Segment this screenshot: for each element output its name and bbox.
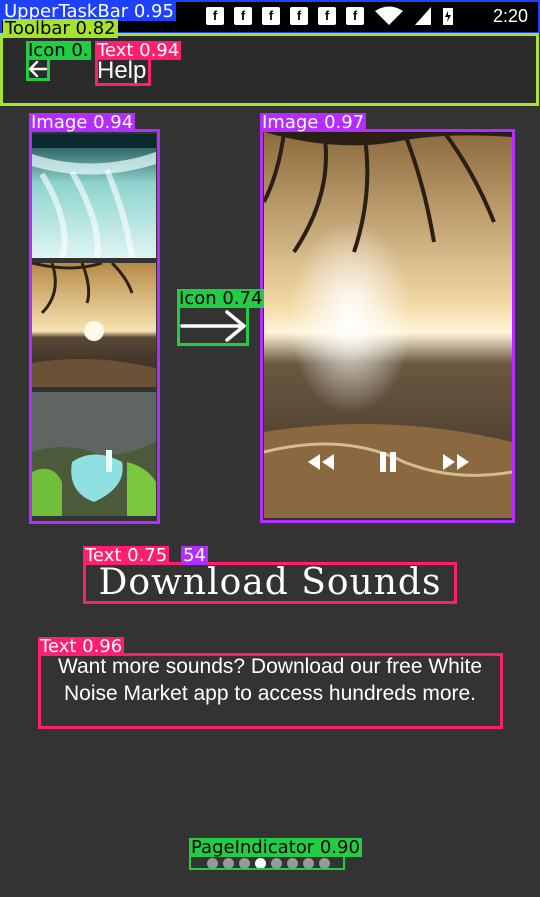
- page-dot[interactable]: [318, 857, 330, 869]
- notification-icon: f: [206, 7, 224, 25]
- download-description: Want more sounds? Download our free Whit…: [57, 655, 483, 705]
- notification-icon: f: [290, 7, 308, 25]
- detection-label: PageIndicator 0.90: [189, 837, 362, 858]
- page-dot[interactable]: [206, 857, 218, 869]
- page-dot[interactable]: [238, 857, 250, 869]
- notification-icons: f f f f f f: [206, 6, 454, 26]
- status-time: 2:20: [492, 6, 528, 26]
- signal-icon: [415, 7, 431, 25]
- detection-label: Image 0.94: [29, 112, 136, 133]
- stream-thumbnail[interactable]: [32, 392, 156, 516]
- sunset-thumbnail[interactable]: [32, 263, 156, 387]
- page-dot-active[interactable]: [254, 857, 266, 869]
- battery-icon: [443, 8, 453, 25]
- page-dot[interactable]: [270, 857, 282, 869]
- right-arrow-icon: [180, 310, 246, 342]
- status-bar: f f f f f f 2:20: [0, 0, 540, 33]
- notification-icon: f: [262, 7, 280, 25]
- waterfall-thumbnail[interactable]: [32, 134, 156, 258]
- notification-icon: f: [234, 7, 252, 25]
- page-indicator[interactable]: [192, 856, 344, 870]
- back-arrow-icon[interactable]: [27, 58, 49, 80]
- fast-forward-icon[interactable]: [441, 450, 471, 474]
- pause-icon[interactable]: [377, 450, 399, 474]
- page-title: Help: [97, 57, 147, 84]
- detection-label: Image 0.97: [260, 112, 367, 133]
- notification-icon: f: [346, 7, 364, 25]
- page-dot[interactable]: [222, 857, 234, 869]
- download-sounds-heading: Download Sounds: [98, 562, 442, 603]
- rewind-icon[interactable]: [306, 450, 336, 474]
- page-dot[interactable]: [302, 857, 314, 869]
- notification-icon: f: [318, 7, 336, 25]
- page-dot[interactable]: [286, 857, 298, 869]
- wifi-icon: [375, 6, 403, 25]
- toolbar: [0, 33, 540, 106]
